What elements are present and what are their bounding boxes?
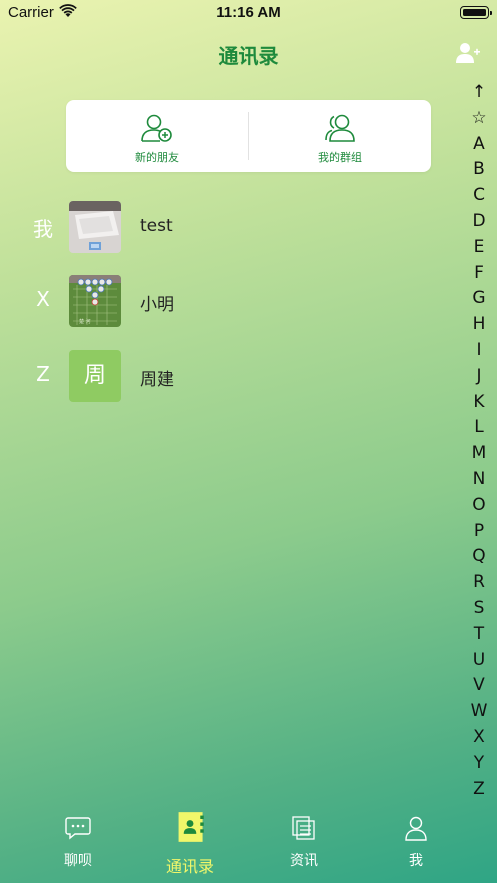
index-letter[interactable]: ☆ [467,106,491,132]
index-letter[interactable]: M [467,441,491,467]
quick-actions-card: 新的朋友 我的群组 [66,100,431,172]
index-letter[interactable]: T [467,622,491,648]
alphabet-index[interactable]: ↑ ☆ A B C D E F G H I J K L M N O P Q R S T U V W X Y Z [467,80,491,802]
add-contact-icon[interactable] [455,40,481,66]
tab-chat-label: 聊呗 [64,853,92,869]
index-letter[interactable]: C [467,183,491,209]
index-letter[interactable]: Q [467,544,491,570]
index-letter[interactable]: W [467,699,491,725]
index-letter[interactable]: F [467,261,491,287]
chat-icon [65,817,91,840]
tab-contacts[interactable]: 通讯录 [150,808,230,883]
tab-profile-label: 我 [409,853,423,869]
index-letter[interactable]: B [467,157,491,183]
index-letter[interactable]: L [467,415,491,441]
index-letter[interactable]: E [467,235,491,261]
tab-contacts-label: 通讯录 [165,857,214,876]
my-groups-label: 我的群组 [318,151,362,164]
tab-chat[interactable]: 聊呗 [38,808,118,883]
index-letter[interactable]: ↑ [467,80,491,106]
section-header: 我 [33,217,53,241]
group-icon [325,114,355,142]
contact-row[interactable]: X 楚 河 小明 [0,275,440,327]
battery-icon [460,6,492,19]
index-letter[interactable]: Y [467,751,491,777]
new-friends-label: 新的朋友 [135,151,179,164]
tab-news[interactable]: 资讯 [264,808,344,883]
contact-name: 周建 [140,370,174,390]
index-letter[interactable]: Z [467,777,491,803]
index-letter[interactable]: D [467,209,491,235]
index-letter[interactable]: I [467,338,491,364]
section-header: Z [36,362,50,386]
index-letter[interactable]: N [467,467,491,493]
section-header: X [36,287,50,311]
tab-bar: 聊呗 通讯录 资讯 我 [0,808,497,883]
avatar [69,201,121,253]
contacts-icon [178,812,204,842]
tab-profile[interactable]: 我 [376,808,456,883]
news-icon [292,816,315,840]
index-letter[interactable]: X [467,725,491,751]
profile-icon [405,816,427,841]
avatar: 楚 河 [69,275,121,327]
index-letter[interactable]: K [467,390,491,416]
index-letter[interactable]: A [467,132,491,158]
index-letter[interactable]: H [467,312,491,338]
index-letter[interactable]: V [467,673,491,699]
avatar: 周 [69,350,121,402]
svg-text:楚 河: 楚 河 [79,318,91,325]
index-letter[interactable]: P [467,519,491,545]
status-bar: Carrier 11:16 AM [0,0,497,26]
index-letter[interactable]: U [467,648,491,674]
index-letter[interactable]: J [467,364,491,390]
index-letter[interactable]: G [467,286,491,312]
page-title: 通讯录 [218,44,279,68]
my-groups-button[interactable]: 我的群组 [249,100,431,172]
index-letter[interactable]: R [467,570,491,596]
index-letter[interactable]: O [467,493,491,519]
tab-news-label: 资讯 [290,853,318,869]
contact-name: 小明 [140,295,174,315]
contact-row[interactable]: 我 test [0,201,440,253]
contact-row[interactable]: Z 周 周建 [0,350,440,402]
new-friend-icon [141,114,172,142]
index-letter[interactable]: S [467,596,491,622]
clock: 11:16 AM [216,4,281,21]
new-friends-button[interactable]: 新的朋友 [66,100,248,172]
contact-name: test [140,216,173,236]
